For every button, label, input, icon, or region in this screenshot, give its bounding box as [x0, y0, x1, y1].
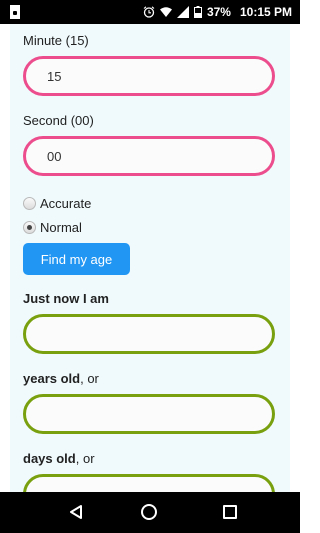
find-my-age-button[interactable]: Find my age — [23, 243, 130, 275]
back-icon[interactable] — [68, 504, 84, 520]
status-bar: 37% 10:15 PM — [0, 0, 300, 24]
minute-label: Minute (15) — [23, 33, 89, 48]
years-output-field[interactable] — [23, 394, 275, 434]
signal-icon — [176, 6, 189, 18]
radio-normal[interactable]: Normal — [23, 220, 82, 235]
radio-accurate-circle[interactable] — [23, 197, 36, 210]
minute-input[interactable]: 15 — [23, 56, 275, 96]
wifi-icon — [159, 7, 172, 17]
radio-accurate-label: Accurate — [40, 196, 92, 211]
days-label-bold: days old — [23, 451, 76, 466]
days-label-rest: , or — [75, 451, 95, 466]
form-content: Minute (15) 15 Second (00) 00 Accurate N… — [10, 24, 290, 492]
battery-icon — [193, 6, 202, 18]
radio-normal-label: Normal — [40, 220, 82, 235]
years-label: years old, or — [23, 371, 99, 386]
second-input[interactable]: 00 — [23, 136, 275, 176]
days-output-field[interactable] — [23, 474, 275, 492]
recents-icon[interactable] — [223, 505, 237, 519]
just-now-text: Just now I am — [23, 291, 109, 306]
radio-accurate[interactable]: Accurate — [23, 196, 91, 211]
result-field-1[interactable] — [23, 314, 275, 354]
home-icon[interactable] — [141, 504, 157, 520]
days-label: days old, or — [23, 451, 95, 466]
years-label-rest: , or — [80, 371, 99, 386]
battery-percent: 37% — [206, 5, 231, 19]
alarm-icon — [143, 6, 155, 18]
just-now-label: Just now I am — [23, 291, 109, 306]
second-label: Second (00) — [23, 113, 94, 128]
navigation-bar — [0, 492, 300, 533]
radio-normal-circle[interactable] — [23, 221, 36, 234]
notification-icon — [10, 5, 20, 19]
years-label-bold: years old — [23, 371, 81, 386]
status-time: 10:15 PM — [239, 5, 292, 19]
